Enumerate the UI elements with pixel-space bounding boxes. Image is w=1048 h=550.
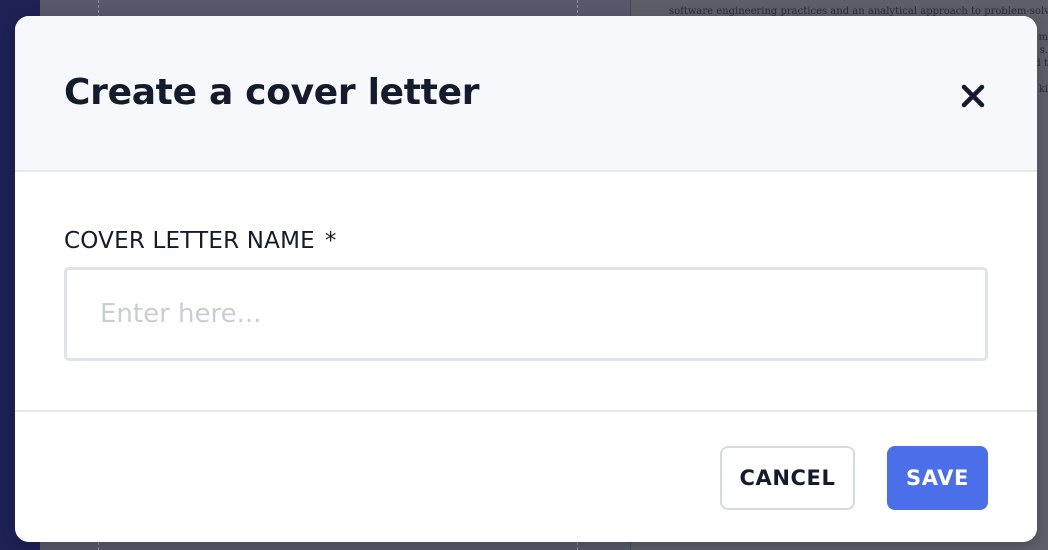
required-marker: * — [324, 228, 337, 254]
cancel-button[interactable]: CANCEL — [720, 446, 855, 510]
save-button[interactable]: SAVE — [887, 446, 988, 510]
create-cover-letter-dialog: Create a cover letter COVER LETTER NAME *… — [15, 16, 1037, 542]
dialog-header: Create a cover letter — [15, 16, 1037, 172]
dialog-footer: CANCEL SAVE — [15, 410, 1037, 542]
cover-letter-name-label: COVER LETTER NAME * — [64, 226, 337, 256]
field-label-text: COVER LETTER NAME — [64, 228, 315, 254]
close-button[interactable] — [951, 74, 995, 118]
cover-letter-name-input[interactable] — [64, 267, 988, 361]
dialog-title: Create a cover letter — [64, 72, 480, 113]
dialog-body: COVER LETTER NAME * — [15, 172, 1037, 410]
close-icon — [961, 84, 985, 108]
